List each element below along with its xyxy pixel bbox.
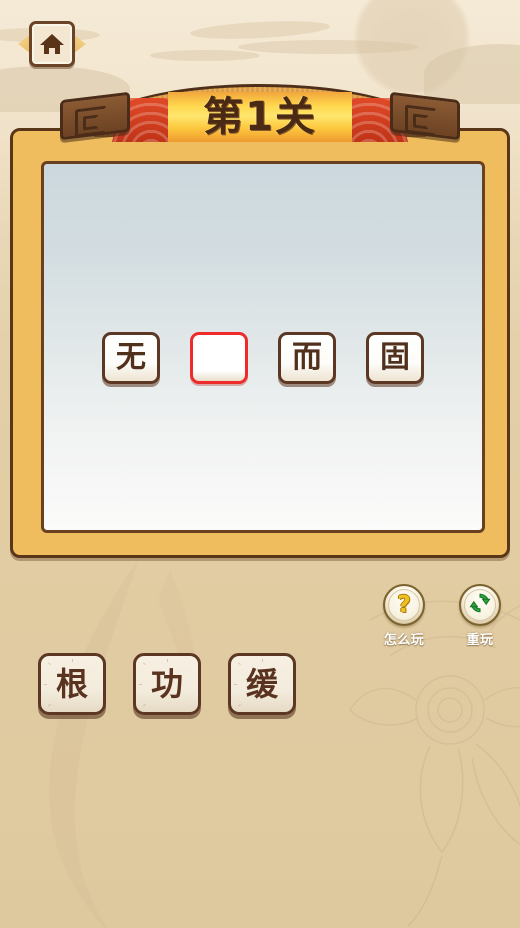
spiral-ornament-icon — [75, 105, 107, 138]
game-board-frame: 无 而 固 — [10, 128, 510, 558]
question-tile[interactable]: 固 — [366, 332, 424, 384]
refresh-icon — [468, 591, 492, 619]
replay-coin — [459, 584, 501, 626]
question-tile[interactable]: 而 — [278, 332, 336, 384]
page-title: 第1关 — [203, 94, 317, 140]
answer-option-tile[interactable]: 根 — [38, 653, 106, 715]
answer-option-label: 缓 — [245, 665, 278, 703]
question-row: 无 而 固 — [44, 332, 482, 384]
answer-options-row: 根 功 缓 — [38, 653, 296, 715]
question-mark-icon: ? — [397, 591, 411, 618]
banner-endcap-right — [390, 91, 460, 141]
coin-face — [464, 589, 496, 621]
how-to-play-coin: ? — [383, 584, 425, 626]
spiral-ornament-icon — [405, 104, 437, 137]
background-cloud — [189, 18, 331, 42]
answer-option-tile[interactable]: 功 — [133, 653, 201, 715]
background-cloud — [238, 40, 418, 54]
game-screen: 第1关 无 而 固 ? 怎么玩 重玩 根 功 缓 — [0, 0, 520, 928]
banner-plate: 第1关 — [168, 92, 352, 142]
home-icon — [39, 32, 65, 56]
background-ink-leaf — [49, 560, 198, 928]
replay-button[interactable]: 重玩 — [456, 584, 504, 648]
question-tile[interactable]: 无 — [102, 332, 160, 384]
how-to-play-button[interactable]: ? 怎么玩 — [380, 584, 428, 648]
tool-row: ? 怎么玩 重玩 — [380, 584, 504, 648]
how-to-play-label: 怎么玩 — [383, 633, 425, 648]
home-button[interactable] — [18, 18, 86, 70]
coin-face: ? — [388, 589, 420, 621]
background-cloud — [150, 50, 260, 61]
game-board-panel: 无 而 固 — [41, 161, 485, 533]
replay-label: 重玩 — [466, 633, 494, 648]
question-tile-empty-slot[interactable] — [190, 332, 248, 384]
level-banner: 第1关 — [60, 84, 460, 148]
answer-option-label: 根 — [55, 665, 88, 703]
answer-option-label: 功 — [150, 665, 183, 703]
home-button-face[interactable] — [29, 21, 75, 67]
answer-option-tile[interactable]: 缓 — [228, 653, 296, 715]
